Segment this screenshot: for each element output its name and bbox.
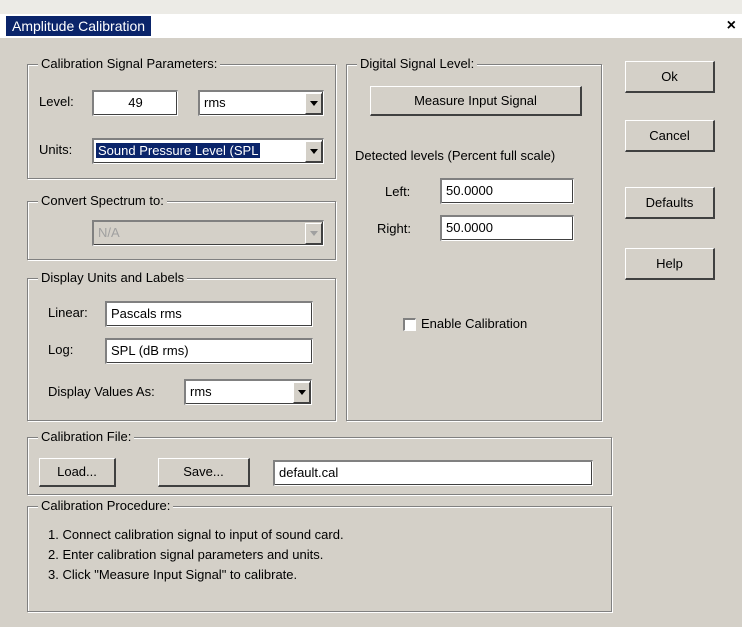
defaults-button[interactable]: Defaults xyxy=(625,187,715,219)
display-values-as-value: rms xyxy=(190,384,212,399)
convert-spectrum-select[interactable]: N/A xyxy=(92,220,324,246)
procedure-steps: 1. Connect calibration signal to input o… xyxy=(48,525,344,585)
procedure-step: 3. Click "Measure Input Signal" to calib… xyxy=(48,567,298,582)
right-level-field[interactable]: 50.0000 xyxy=(440,215,574,241)
calibration-filename-input[interactable]: default.cal xyxy=(273,460,593,486)
measure-input-signal-button[interactable]: Measure Input Signal xyxy=(370,86,582,116)
level-input[interactable]: 49 xyxy=(92,90,178,116)
load-button[interactable]: Load... xyxy=(39,458,116,487)
group-title: Display Units and Labels xyxy=(38,270,188,286)
help-button[interactable]: Help xyxy=(625,248,715,280)
level-unit-select[interactable]: rms xyxy=(198,90,324,116)
group-calibration-signal-parameters: Calibration Signal Parameters: Level: 49… xyxy=(27,56,336,179)
window-title: Amplitude Calibration xyxy=(6,16,152,36)
save-button[interactable]: Save... xyxy=(158,458,250,487)
chevron-down-icon[interactable] xyxy=(305,141,322,162)
enable-calibration-checkbox[interactable] xyxy=(403,318,416,331)
chevron-down-icon[interactable] xyxy=(305,223,322,244)
detected-levels-label: Detected levels (Percent full scale) xyxy=(355,148,556,163)
log-input[interactable]: SPL (dB rms) xyxy=(105,338,313,364)
group-calibration-procedure: Calibration Procedure: 1. Connect calibr… xyxy=(27,498,612,612)
group-title: Calibration File: xyxy=(38,429,135,445)
top-strip xyxy=(0,0,742,14)
ok-button[interactable]: Ok xyxy=(625,61,715,93)
level-unit-value: rms xyxy=(204,95,226,110)
units-label: Units: xyxy=(39,142,73,157)
group-title: Convert Spectrum to: xyxy=(38,193,167,209)
dialog-client: Calibration Signal Parameters: Level: 49… xyxy=(0,38,742,627)
chevron-down-icon[interactable] xyxy=(293,382,310,403)
procedure-step: 2. Enter calibration signal parameters a… xyxy=(48,547,324,562)
group-display-units: Display Units and Labels Linear: Pascals… xyxy=(27,270,336,421)
level-label: Level: xyxy=(39,94,74,109)
right-label: Right: xyxy=(377,221,411,236)
procedure-step: 1. Connect calibration signal to input o… xyxy=(48,527,344,542)
group-title: Digital Signal Level: xyxy=(357,56,478,72)
group-calibration-file: Calibration File: Load... Save... defaul… xyxy=(27,429,612,495)
linear-input[interactable]: Pascals rms xyxy=(105,301,313,327)
group-title: Calibration Signal Parameters: xyxy=(38,56,221,72)
display-values-as-select[interactable]: rms xyxy=(184,379,312,405)
group-title: Calibration Procedure: xyxy=(38,498,174,514)
chevron-down-icon[interactable] xyxy=(305,93,322,114)
close-icon[interactable]: × xyxy=(727,16,736,36)
enable-calibration-label[interactable]: Enable Calibration xyxy=(421,315,527,333)
group-convert-spectrum: Convert Spectrum to: N/A xyxy=(27,193,336,260)
display-values-as-label: Display Values As: xyxy=(48,384,155,399)
left-level-field[interactable]: 50.0000 xyxy=(440,178,574,204)
cancel-button[interactable]: Cancel xyxy=(625,120,715,152)
convert-spectrum-value: N/A xyxy=(98,225,120,240)
log-label: Log: xyxy=(48,342,74,357)
group-digital-signal-level: Digital Signal Level: Measure Input Sign… xyxy=(346,56,602,421)
units-select[interactable]: Sound Pressure Level (SPL xyxy=(92,138,324,164)
title-bar[interactable]: Amplitude Calibration × xyxy=(0,14,742,38)
units-value: Sound Pressure Level (SPL xyxy=(96,143,261,158)
linear-label: Linear: xyxy=(48,305,88,320)
left-label: Left: xyxy=(385,184,411,199)
